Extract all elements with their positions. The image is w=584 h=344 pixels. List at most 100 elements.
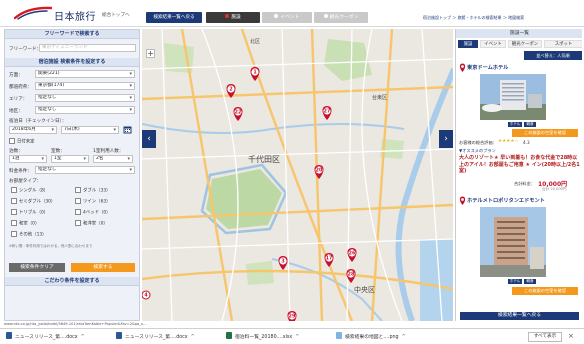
- detail-conditions-header[interactable]: こだわり条件を設定する: [5, 277, 139, 286]
- map-view[interactable]: 千代田区 中央区 北区 台東区 1 2 22 27 20 3 17 28 26 …: [142, 29, 453, 321]
- checkin-day-select[interactable]: 7日(木): [61, 126, 119, 134]
- map-label-chiyoda: 千代田区: [248, 154, 280, 164]
- room-type-semidouble-checkbox[interactable]: セミダブル（30）: [11, 198, 55, 205]
- checkin-month-select[interactable]: 2018年6月: [9, 126, 57, 134]
- list-tab-spot[interactable]: スポット: [544, 40, 582, 48]
- region-select[interactable]: 関東(221): [35, 70, 135, 78]
- room-type-other-checkbox[interactable]: その他（13）: [11, 231, 47, 238]
- image-file-icon: [336, 332, 342, 339]
- zoom-in-button[interactable]: +: [146, 49, 155, 58]
- hotel1-badge-type: ホテル: [508, 122, 522, 127]
- park-area: [246, 261, 274, 285]
- plan-description[interactable]: 大人のリゾート★ 早い到着も！お食な代金で28時以上のアイル！お部屋もご用意 ★…: [459, 155, 581, 175]
- close-icon[interactable]: ×: [568, 332, 574, 340]
- search-conditions-panel: フリーワードで検索する フリーワード： 東京ディズニーランド 宿泊施設 検索条件…: [4, 29, 140, 321]
- tab-facility[interactable]: 施設: [206, 12, 260, 23]
- chevron-up-icon[interactable]: ^: [295, 335, 299, 340]
- list-tab-event[interactable]: イベント: [480, 40, 506, 48]
- map-label-kita: 北区: [250, 38, 260, 45]
- list-tab-facility[interactable]: 施設: [458, 40, 478, 48]
- svg-text:27: 27: [324, 109, 331, 115]
- map-pin-4[interactable]: 4: [142, 290, 151, 300]
- map-pin-29[interactable]: 29: [287, 311, 297, 321]
- download-item[interactable]: ニュースリリース_第....docx ^: [116, 332, 195, 342]
- freeword-header: フリーワードで検索する: [5, 30, 139, 39]
- logo-swoosh-icon: [14, 6, 52, 20]
- room-type-japanese-western-checkbox[interactable]: 和洋室（0）: [75, 220, 108, 227]
- room-type-japanese-checkbox[interactable]: 和室（0）: [11, 220, 39, 227]
- hotel-name-1[interactable]: 東京ドームホテル: [467, 64, 508, 71]
- area-select[interactable]: 指定なし: [35, 94, 135, 102]
- freeword-label: フリーワード：: [9, 47, 42, 52]
- clear-conditions-button[interactable]: 検索条件クリア: [9, 263, 65, 272]
- hotel1-check-vacancy-button[interactable]: この施設の空室を確認: [512, 129, 578, 137]
- facility-dot-icon: [225, 14, 230, 18]
- date-label: 宿泊日（チェックイン日）：: [9, 119, 67, 124]
- map-prev-arrow-icon[interactable]: ‹: [142, 130, 156, 148]
- hotel-name-2[interactable]: ホテルメトロポリタンエドモント: [467, 197, 545, 204]
- download-item[interactable]: 宿泊料一覧_20180....xlsx ^: [226, 332, 299, 342]
- facility-list-panel: 施設一覧 施設 イベント 観光クーポン スポット 並べ替え：人気順 東京ドームホ…: [455, 29, 582, 321]
- chevron-up-icon[interactable]: ^: [402, 335, 406, 340]
- excel-file-icon: [226, 332, 232, 339]
- svg-text:20: 20: [316, 168, 323, 174]
- svg-text:17: 17: [326, 256, 333, 262]
- prefecture-select[interactable]: 東京都(174): [35, 82, 135, 90]
- download-filename: ニュースリリース_第....docx: [125, 335, 188, 340]
- district-label: 地区：: [9, 109, 23, 114]
- show-all-downloads-button[interactable]: すべて表示: [528, 332, 562, 342]
- back-to-results-bottom-button[interactable]: 検索結果一覧へ戻る: [460, 312, 579, 320]
- hotel2-badge-type: ホテル: [508, 279, 522, 284]
- freeword-input[interactable]: 東京ディズニーランド: [39, 44, 136, 52]
- word-file-icon: [6, 332, 12, 339]
- hotel-photo-1[interactable]: [480, 74, 546, 120]
- date-undecided-checkbox[interactable]: 日付未定: [9, 138, 35, 145]
- room-type-triple-checkbox[interactable]: トリプル（0）: [11, 209, 48, 216]
- room-type-label: お部屋タイプ：: [9, 179, 42, 184]
- hotel1-badge-meal: 朝食: [524, 122, 536, 127]
- price-condition-select[interactable]: 指定なし: [35, 166, 135, 174]
- rooms-select[interactable]: 1室: [51, 155, 89, 163]
- price-condition-label: 料金条件：: [9, 169, 32, 174]
- prefecture-label: 都道府県：: [9, 85, 32, 90]
- search-button[interactable]: 検索する: [71, 263, 135, 272]
- downloads-bar: ニュースリリース_第....docx ^ ニュースリリース_第....docx ^ …: [0, 328, 584, 344]
- nights-label: 泊数：: [9, 149, 23, 154]
- download-item[interactable]: 検索結果の地図と....png ^: [336, 332, 406, 342]
- map-label-chuo: 中央区: [354, 285, 375, 294]
- rating-score: 4.3: [523, 140, 530, 145]
- district-select[interactable]: 指定なし: [35, 106, 135, 114]
- room-type-single-checkbox[interactable]: シングル（8）: [11, 187, 48, 194]
- sort-button[interactable]: 並べ替え：人気順: [524, 51, 582, 60]
- nights-select[interactable]: 1泊: [9, 155, 47, 163]
- hotel2-check-vacancy-button[interactable]: この施設の空室を確認: [512, 287, 578, 295]
- room-type-4bed-checkbox[interactable]: 4ベッド（0）: [75, 209, 111, 216]
- home-link[interactable]: 総合トップへ: [102, 12, 130, 18]
- price-label: 合計料金：: [514, 181, 535, 186]
- rating-stars: ★★★★☆: [498, 139, 519, 144]
- chevron-up-icon[interactable]: ^: [81, 335, 85, 340]
- svg-text:28: 28: [348, 272, 355, 278]
- room-type-twin-checkbox[interactable]: ツイン（63）: [75, 198, 111, 205]
- map-next-arrow-icon[interactable]: ›: [439, 130, 453, 148]
- calendar-icon[interactable]: [123, 125, 132, 134]
- tab-coupon-label: 観光クーポン: [329, 15, 359, 20]
- tab-event[interactable]: イベント: [262, 12, 312, 23]
- back-to-results-button[interactable]: 検索結果一覧へ戻る: [146, 12, 202, 23]
- svg-text:1: 1: [253, 70, 256, 76]
- chevron-up-icon[interactable]: ^: [191, 335, 195, 340]
- svg-text:26: 26: [349, 251, 356, 257]
- hotel-photo-2[interactable]: [480, 207, 546, 277]
- facility-list-header: 施設一覧: [456, 29, 582, 38]
- download-filename: 検索結果の地図と....png: [345, 335, 399, 340]
- breadcrumb[interactable]: 宿泊施設トップ ＞ 旅館・ホテルの検索結果 ＞ 地図検索: [423, 15, 524, 21]
- room-type-double-checkbox[interactable]: ダブル（33）: [75, 187, 111, 194]
- coupon-dot-icon: [323, 14, 328, 18]
- map-canvas[interactable]: 千代田区 中央区 北区 台東区 1 2 22 27 20 3 17 28 26 …: [142, 29, 453, 321]
- tab-coupon[interactable]: 観光クーポン: [314, 12, 368, 23]
- hotel-pin-icon: [459, 63, 466, 72]
- guests-select[interactable]: 2名: [93, 155, 133, 163]
- download-item[interactable]: ニュースリリース_第....docx ^: [6, 332, 85, 342]
- site-logo-text[interactable]: 日本旅行: [54, 8, 96, 23]
- list-tab-coupon[interactable]: 観光クーポン: [508, 40, 542, 48]
